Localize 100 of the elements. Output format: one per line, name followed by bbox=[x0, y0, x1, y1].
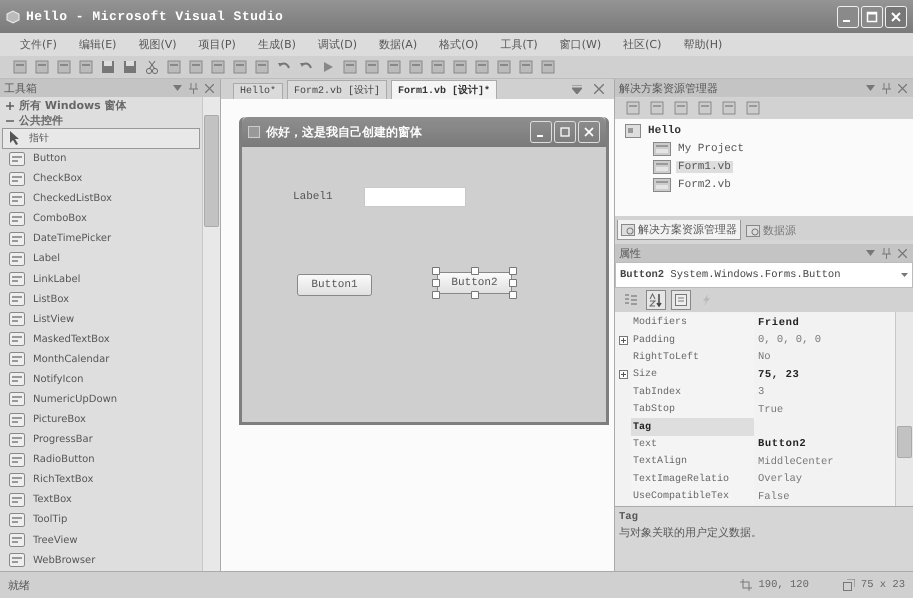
toolbox-item[interactable]: DateTimePicker bbox=[2, 228, 200, 249]
close-button[interactable] bbox=[885, 6, 907, 28]
property-row[interactable]: UseCompatibleTex False bbox=[615, 488, 895, 506]
panel-tab[interactable]: 解决方案资源管理器 bbox=[617, 220, 741, 240]
toolbox-item[interactable]: ComboBox bbox=[2, 208, 200, 229]
toolbox-item[interactable]: Button bbox=[2, 148, 200, 169]
toolbox-item[interactable]: RichTextBox bbox=[2, 470, 200, 490]
form-button[interactable]: Button2 bbox=[437, 272, 512, 294]
resize-handle[interactable] bbox=[471, 291, 479, 299]
toolbar-doc-icon[interactable] bbox=[430, 59, 446, 75]
text-field[interactable] bbox=[364, 187, 466, 207]
toolbar-doc-icon[interactable] bbox=[408, 59, 424, 75]
property-row[interactable]: TabStop True bbox=[615, 400, 895, 418]
document-tab[interactable]: Form1.vb [设计]* bbox=[391, 80, 498, 99]
menu-item[interactable]: 项目(P) bbox=[198, 37, 236, 52]
menu-item[interactable]: 文件(F) bbox=[20, 37, 57, 52]
toolbar-doc-icon[interactable] bbox=[364, 59, 380, 75]
toolbox-item[interactable]: LinkLabel bbox=[2, 268, 200, 290]
property-value[interactable]: True bbox=[754, 404, 784, 416]
toolbar-doc-icon[interactable] bbox=[342, 59, 358, 75]
property-row[interactable]: TextImageRelatio Overlay bbox=[615, 470, 895, 488]
property-row[interactable]: Modifiers Friend bbox=[615, 314, 895, 332]
minimize-button[interactable] bbox=[530, 121, 552, 143]
toolbox-group[interactable]: 公共控件 bbox=[2, 113, 200, 128]
minimize-button[interactable] bbox=[837, 6, 859, 28]
toolbar-document-icon[interactable] bbox=[745, 100, 761, 116]
toolbox-item[interactable]: RadioButton bbox=[2, 450, 200, 470]
expand-icon[interactable] bbox=[618, 336, 628, 345]
menu-item[interactable]: 工具(T) bbox=[500, 37, 538, 52]
toolbar-doc-icon[interactable] bbox=[210, 59, 226, 75]
toolbox-item[interactable]: ProgressBar bbox=[2, 430, 200, 450]
toolbar-doc-icon[interactable] bbox=[166, 59, 182, 75]
property-value[interactable]: Overlay bbox=[754, 473, 802, 486]
menu-item[interactable]: 格式(O) bbox=[439, 37, 478, 52]
menu-item[interactable]: 生成(B) bbox=[258, 37, 296, 52]
tree-item[interactable]: Form2.vb bbox=[676, 178, 733, 190]
menu-item[interactable]: 编辑(E) bbox=[78, 37, 116, 52]
toolbar-doc-icon[interactable] bbox=[12, 59, 28, 75]
menu-item[interactable]: 帮助(H) bbox=[683, 37, 722, 52]
toolbox-item[interactable]: CheckBox bbox=[2, 168, 200, 189]
tree-item[interactable]: Hello bbox=[646, 124, 684, 136]
toolbox-item[interactable]: PictureBox bbox=[2, 410, 200, 430]
toolbox-group[interactable]: 所有 Windows 窗体 bbox=[2, 98, 200, 114]
toolbar-doc-icon[interactable] bbox=[496, 59, 512, 75]
toolbar-document-icon[interactable] bbox=[625, 100, 641, 116]
toolbar-doc-icon[interactable] bbox=[232, 59, 248, 75]
close-icon[interactable] bbox=[594, 84, 604, 94]
toolbar-doc-icon[interactable] bbox=[540, 59, 556, 75]
form-button[interactable]: Button1 bbox=[297, 274, 372, 296]
scrollbar[interactable] bbox=[895, 312, 913, 506]
toolbar-save-icon[interactable] bbox=[122, 59, 138, 75]
toolbox-item[interactable]: TreeView bbox=[2, 530, 200, 550]
property-value[interactable]: No bbox=[754, 351, 771, 364]
toolbar-document-icon[interactable] bbox=[673, 100, 689, 116]
toolbox-item[interactable]: ListBox bbox=[2, 289, 200, 310]
property-value[interactable]: Friend bbox=[754, 316, 800, 329]
property-row[interactable]: Text Button2 bbox=[615, 436, 895, 454]
resize-handle[interactable] bbox=[471, 267, 479, 275]
toolbox-item[interactable]: CheckedListBox bbox=[2, 188, 200, 209]
expand-icon[interactable] bbox=[618, 370, 628, 380]
dropdown-icon[interactable] bbox=[173, 85, 182, 91]
close-icon[interactable] bbox=[205, 84, 214, 92]
dropdown-icon[interactable] bbox=[572, 85, 582, 94]
property-value[interactable]: Button2 bbox=[754, 438, 806, 450]
tree-item[interactable]: Form1.vb bbox=[676, 160, 733, 172]
pin-icon[interactable] bbox=[882, 248, 891, 258]
toolbar-doc-icon[interactable] bbox=[386, 59, 402, 75]
toolbox-item[interactable]: Label bbox=[2, 248, 200, 269]
menu-item[interactable]: 数据(A) bbox=[379, 37, 418, 52]
scrollbar[interactable] bbox=[202, 97, 220, 571]
document-tab[interactable]: Form2.vb [设计] bbox=[287, 80, 388, 99]
toolbar-doc-icon[interactable] bbox=[254, 59, 270, 75]
toolbar-doc-icon[interactable] bbox=[474, 59, 490, 75]
toolbar-doc-icon[interactable] bbox=[34, 59, 50, 75]
toolbar-doc-icon[interactable] bbox=[518, 59, 534, 75]
panel-tab[interactable]: 数据源 bbox=[743, 221, 799, 240]
property-value[interactable]: 75, 23 bbox=[754, 368, 800, 381]
property-row[interactable]: Size 75, 23 bbox=[615, 366, 895, 384]
toolbar-doc-icon[interactable] bbox=[56, 59, 72, 75]
toolbar-doc-icon[interactable] bbox=[78, 59, 94, 75]
toolbar-document-icon[interactable] bbox=[721, 100, 737, 116]
property-value[interactable]: 0, 0, 0, 0 bbox=[754, 334, 822, 346]
toolbar-save-icon[interactable] bbox=[100, 59, 116, 75]
close-button[interactable] bbox=[578, 121, 600, 143]
object-selector[interactable]: Button2 System.Windows.Forms.Button bbox=[615, 262, 913, 288]
property-row[interactable]: TextAlign MiddleCenter bbox=[615, 453, 895, 471]
menu-item[interactable]: 调试(D) bbox=[318, 37, 357, 52]
property-row[interactable]: Tag bbox=[615, 418, 895, 436]
property-row[interactable]: TabIndex 3 bbox=[615, 384, 895, 401]
toolbar-cut-icon[interactable] bbox=[144, 59, 160, 75]
toolbox-item[interactable]: 指针 bbox=[2, 128, 200, 149]
maximize-button[interactable] bbox=[861, 6, 883, 28]
toolbox-item[interactable]: ListView bbox=[2, 309, 200, 330]
scroll-thumb[interactable] bbox=[897, 426, 912, 458]
toolbox-item[interactable]: MaskedTextBox bbox=[2, 329, 200, 350]
dropdown-icon[interactable] bbox=[866, 250, 875, 256]
toolbar-doc-icon[interactable] bbox=[188, 59, 204, 75]
property-value[interactable]: 3 bbox=[754, 386, 764, 398]
property-row[interactable]: RightToLeft No bbox=[615, 348, 895, 366]
toolbar-document-icon[interactable] bbox=[649, 100, 665, 116]
